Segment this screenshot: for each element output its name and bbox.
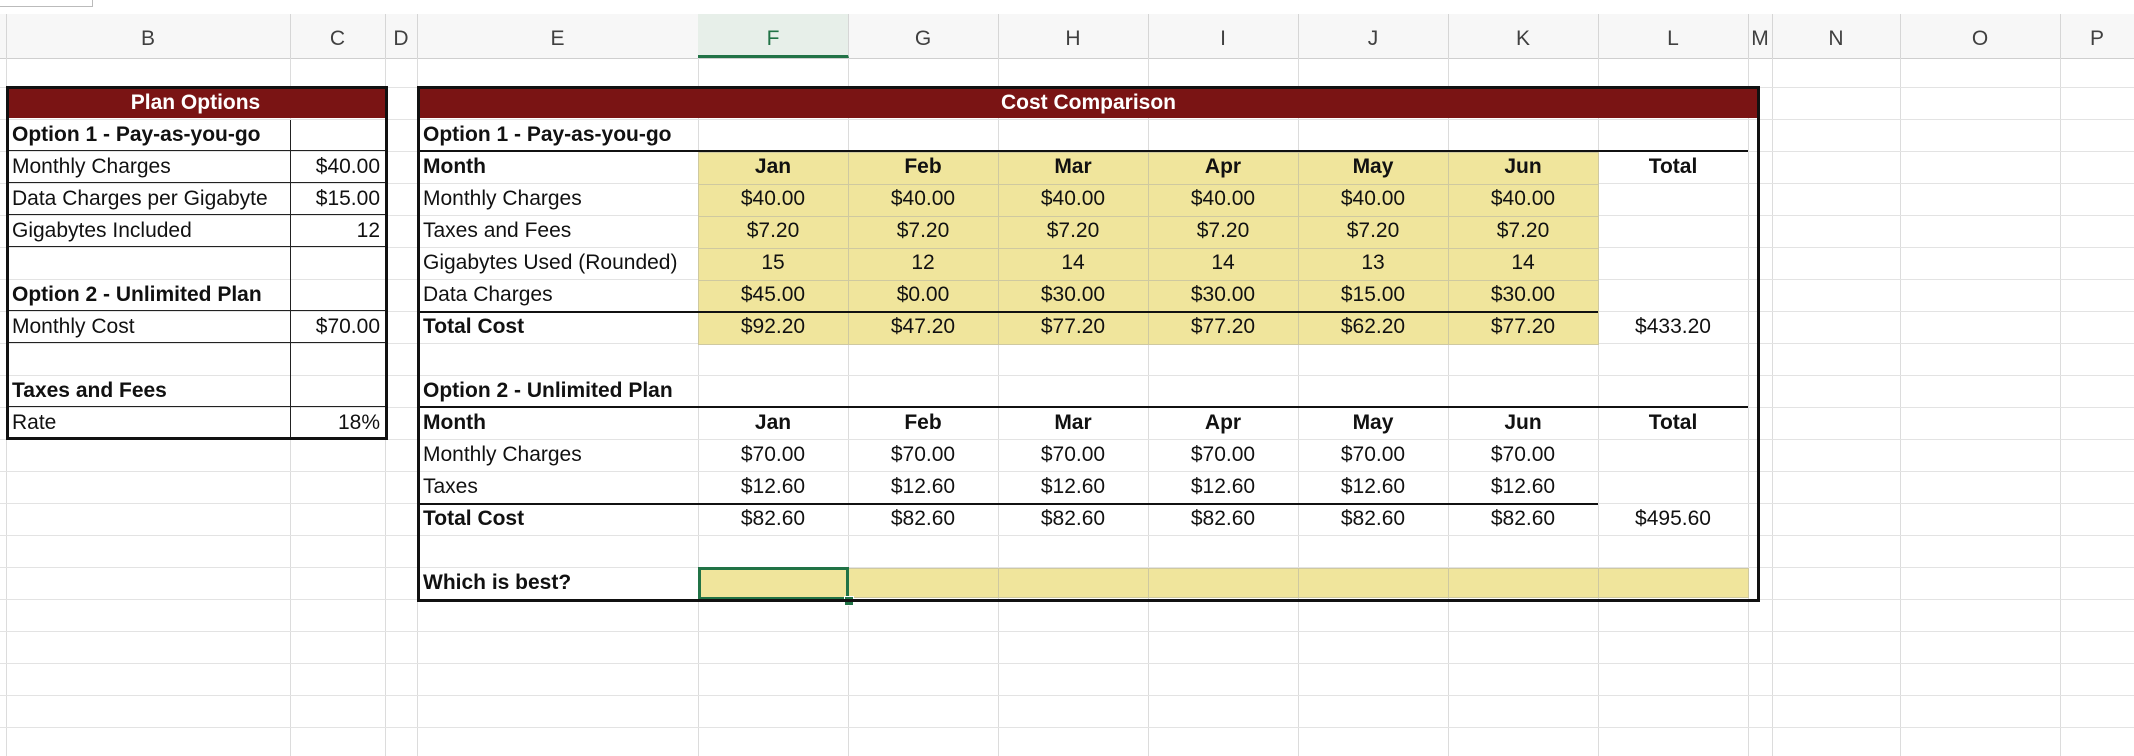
column-header-n[interactable]: N <box>1772 14 1901 58</box>
grid-row-line <box>0 695 2134 696</box>
column-header-p[interactable]: P <box>2060 14 2134 58</box>
name-box-edge <box>0 0 93 7</box>
column-header-i[interactable]: I <box>1148 14 1299 58</box>
column-header-h[interactable]: H <box>998 14 1149 58</box>
column-header-o[interactable]: O <box>1900 14 2061 58</box>
grid-row-line <box>0 727 2134 728</box>
column-header-k[interactable]: K <box>1448 14 1599 58</box>
grid-row-line <box>0 663 2134 664</box>
column-header-c[interactable]: C <box>290 14 386 58</box>
plan-options-box <box>6 86 388 440</box>
column-header-row: BCDEFGHIJKLMNOP <box>0 14 2134 59</box>
column-header-b[interactable]: B <box>6 14 291 58</box>
worksheet-grid: Plan Options Option 1 - Pay-as-you-go Mont… <box>0 58 2134 756</box>
column-header-j[interactable]: J <box>1298 14 1449 58</box>
column-header-f[interactable]: F <box>698 14 849 58</box>
cost-comparison-box <box>417 86 1760 602</box>
column-header-d[interactable]: D <box>385 14 418 58</box>
column-header-e[interactable]: E <box>417 14 699 58</box>
grid-row-line <box>0 631 2134 632</box>
toolbar-remnant <box>0 0 2134 15</box>
column-header-m[interactable]: M <box>1748 14 1773 58</box>
column-header-g[interactable]: G <box>848 14 999 58</box>
column-header-l[interactable]: L <box>1598 14 1749 58</box>
